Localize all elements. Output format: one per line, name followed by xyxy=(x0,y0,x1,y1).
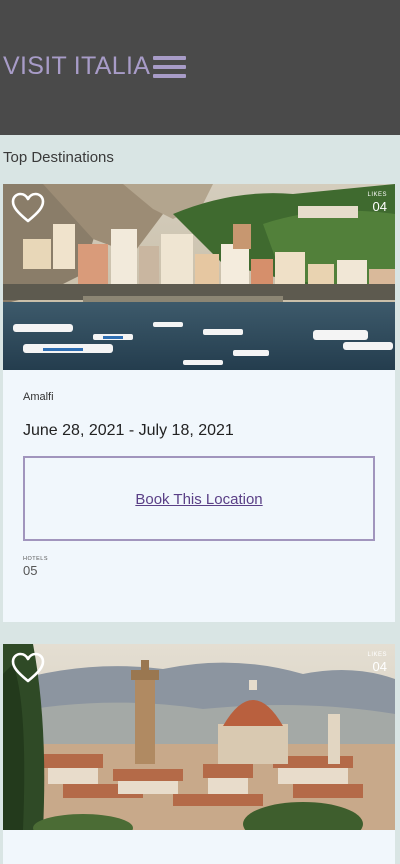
favorite-heart-icon[interactable] xyxy=(11,192,45,224)
book-location-box[interactable]: Book This Location xyxy=(23,456,375,541)
destination-photo xyxy=(3,644,395,830)
favorite-heart-icon[interactable] xyxy=(11,652,45,684)
trip-dates: June 28, 2021 - July 18, 2021 xyxy=(23,422,234,439)
menu-bar xyxy=(153,56,186,60)
section-title: Top Destinations xyxy=(3,149,114,166)
hotels-label: HOTELS xyxy=(23,556,49,562)
destination-card: LIKES 04 xyxy=(3,644,395,864)
book-location-link[interactable]: Book This Location xyxy=(25,491,373,508)
hamburger-menu-icon[interactable] xyxy=(153,54,187,80)
hotels-count: 05 xyxy=(23,563,38,578)
likes-count: 04 xyxy=(372,659,387,674)
likes-label: LIKES xyxy=(367,652,387,658)
brand-logo-text[interactable]: VISIT ITALIA xyxy=(3,52,150,81)
likes-counter: LIKES 04 xyxy=(367,652,387,674)
destination-card: LIKES 04 Amalfi June 28, 2021 - July 18,… xyxy=(3,184,395,622)
menu-bar xyxy=(153,65,186,69)
destination-name: Amalfi xyxy=(23,391,54,403)
menu-bar xyxy=(153,74,186,78)
destination-photo xyxy=(3,184,395,370)
hotels-counter: HOTELS 05 xyxy=(23,556,48,578)
likes-count: 04 xyxy=(372,199,387,214)
likes-counter: LIKES 04 xyxy=(367,192,387,214)
likes-label: LIKES xyxy=(367,192,387,198)
app-header: VISIT ITALIA xyxy=(0,0,400,135)
